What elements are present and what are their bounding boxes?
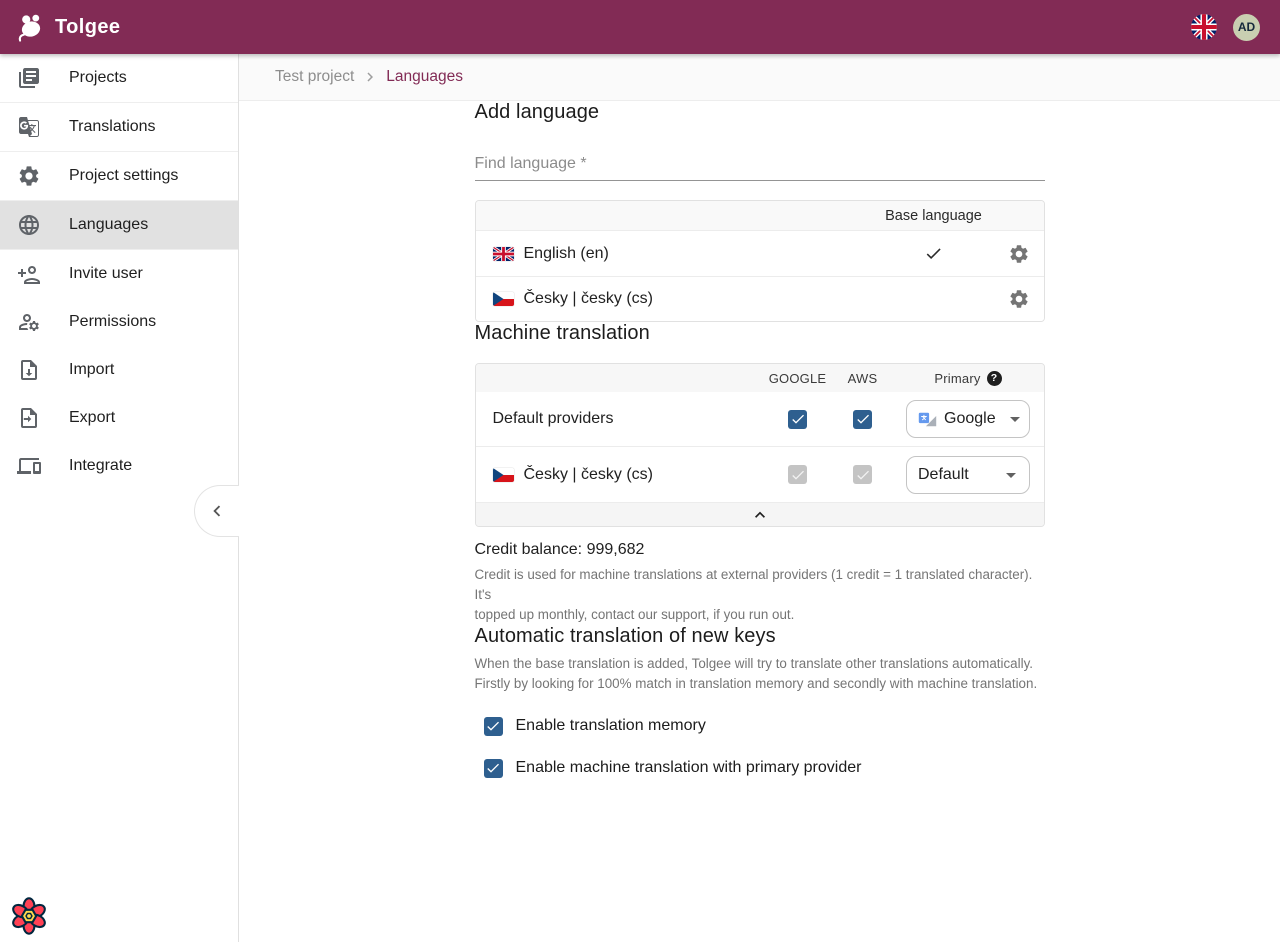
sidebar-item-languages[interactable]: Languages (0, 201, 238, 249)
react-query-devtools-icon[interactable] (8, 895, 50, 937)
sidebar-collapse-button[interactable] (194, 485, 239, 537)
mt-table-header: GOOGLE AWS Primary ? (476, 364, 1044, 392)
credit-balance: Credit balance: 999,682 (475, 541, 1045, 559)
sidebar-item-integrate[interactable]: Integrate (0, 442, 238, 490)
help-icon[interactable]: ? (987, 371, 1002, 386)
machine-translation-table: GOOGLE AWS Primary ? Default providers (475, 363, 1045, 527)
breadcrumb: Test project Languages (239, 54, 1280, 101)
gear-icon (17, 164, 41, 188)
tolgee-mouse-logo-icon (16, 12, 46, 42)
add-language-title: Add language (475, 101, 1045, 124)
sidebar-item-export[interactable]: Export (0, 394, 238, 442)
google-translate-icon (918, 410, 937, 429)
projects-icon (17, 66, 41, 90)
mt-row-czech: Česky | česky (cs) (476, 446, 1044, 502)
language-provider-value: Default (918, 466, 969, 484)
mt-row-name: Česky | česky (cs) (524, 466, 654, 484)
mt-row-name: Default providers (493, 410, 763, 428)
aws-checkbox[interactable] (853, 410, 872, 429)
option-translation-memory[interactable]: Enable translation memory (484, 717, 1045, 736)
language-row-czech: Česky | česky (cs) (476, 276, 1044, 321)
google-column-header: GOOGLE (763, 371, 833, 386)
languages-panel-header: Base language (476, 201, 1044, 231)
machine-translation-title: Machine translation (475, 322, 1045, 345)
sidebar-item-label: Export (69, 409, 115, 427)
breadcrumb-project[interactable]: Test project (275, 68, 354, 86)
translation-memory-checkbox[interactable] (484, 717, 503, 736)
sidebar-item-project-settings[interactable]: Project settings (0, 152, 238, 200)
primary-provider-select[interactable]: Google (906, 400, 1030, 438)
mt-table-collapse-button[interactable] (476, 502, 1044, 526)
sidebar-item-label: Project settings (69, 167, 178, 185)
auto-translation-title: Automatic translation of new keys (475, 625, 1045, 648)
option-label: Enable translation memory (516, 717, 706, 735)
chevron-right-icon (361, 68, 379, 86)
sidebar-item-import[interactable]: Import (0, 346, 238, 394)
chevron-left-icon (206, 500, 228, 522)
language-name: Česky | česky (cs) (524, 290, 654, 308)
devices-icon (17, 454, 41, 478)
sidebar: Projects Translations Project settings L… (0, 54, 239, 942)
chevron-up-icon (750, 505, 770, 525)
google-checkbox[interactable] (788, 410, 807, 429)
translations-icon (17, 115, 41, 139)
sidebar-item-label: Translations (69, 118, 156, 136)
brand[interactable]: Tolgee (16, 12, 120, 42)
sidebar-item-label: Integrate (69, 457, 132, 475)
breadcrumb-current[interactable]: Languages (386, 68, 463, 86)
mt-row-default-providers: Default providers (476, 392, 1044, 446)
person-gear-icon (17, 310, 41, 334)
sidebar-item-invite-user[interactable]: Invite user (0, 250, 238, 298)
base-language-column-header: Base language (874, 208, 994, 224)
sidebar-item-label: Invite user (69, 265, 143, 283)
language-name: English (en) (524, 245, 609, 263)
sidebar-item-projects[interactable]: Projects (0, 54, 238, 102)
person-add-icon (17, 262, 41, 286)
aws-checkbox-disabled (853, 465, 872, 484)
brand-name: Tolgee (55, 16, 120, 39)
czech-flag-icon (493, 292, 514, 306)
language-row-english: English (en) (476, 231, 1044, 276)
file-export-icon (17, 406, 41, 430)
sidebar-item-label: Import (69, 361, 114, 379)
sidebar-item-label: Projects (69, 69, 127, 87)
sidebar-item-permissions[interactable]: Permissions (0, 298, 238, 346)
find-language-input[interactable] (475, 150, 1045, 181)
machine-translation-checkbox[interactable] (484, 759, 503, 778)
language-provider-select[interactable]: Default (906, 456, 1030, 494)
caret-down-icon (999, 463, 1023, 487)
language-settings-button[interactable] (1001, 281, 1037, 317)
sidebar-item-label: Languages (69, 216, 148, 234)
caret-down-icon (1003, 407, 1027, 431)
languages-panel: Base language (475, 200, 1045, 322)
file-import-icon (17, 358, 41, 382)
sidebar-item-translations[interactable]: Translations (0, 103, 238, 151)
sidebar-item-label: Permissions (69, 313, 156, 331)
credit-description: Credit is used for machine translations … (475, 565, 1045, 625)
base-language-checkmark-icon (924, 244, 943, 263)
uk-flag-icon (493, 247, 514, 261)
aws-column-header: AWS (833, 371, 893, 386)
language-settings-button[interactable] (1001, 236, 1037, 272)
language-flag-button[interactable] (1191, 14, 1217, 40)
globe-icon (17, 213, 41, 237)
auto-translation-description: When the base translation is added, Tolg… (475, 654, 1045, 694)
czech-flag-icon (493, 468, 514, 482)
google-checkbox-disabled (788, 465, 807, 484)
option-label: Enable machine translation with primary … (516, 759, 862, 777)
top-navbar: Tolgee AD (0, 0, 1280, 54)
primary-provider-value: Google (944, 410, 996, 428)
user-avatar[interactable]: AD (1233, 14, 1260, 41)
primary-column-header: Primary (934, 371, 980, 386)
option-machine-translation[interactable]: Enable machine translation with primary … (484, 759, 1045, 778)
